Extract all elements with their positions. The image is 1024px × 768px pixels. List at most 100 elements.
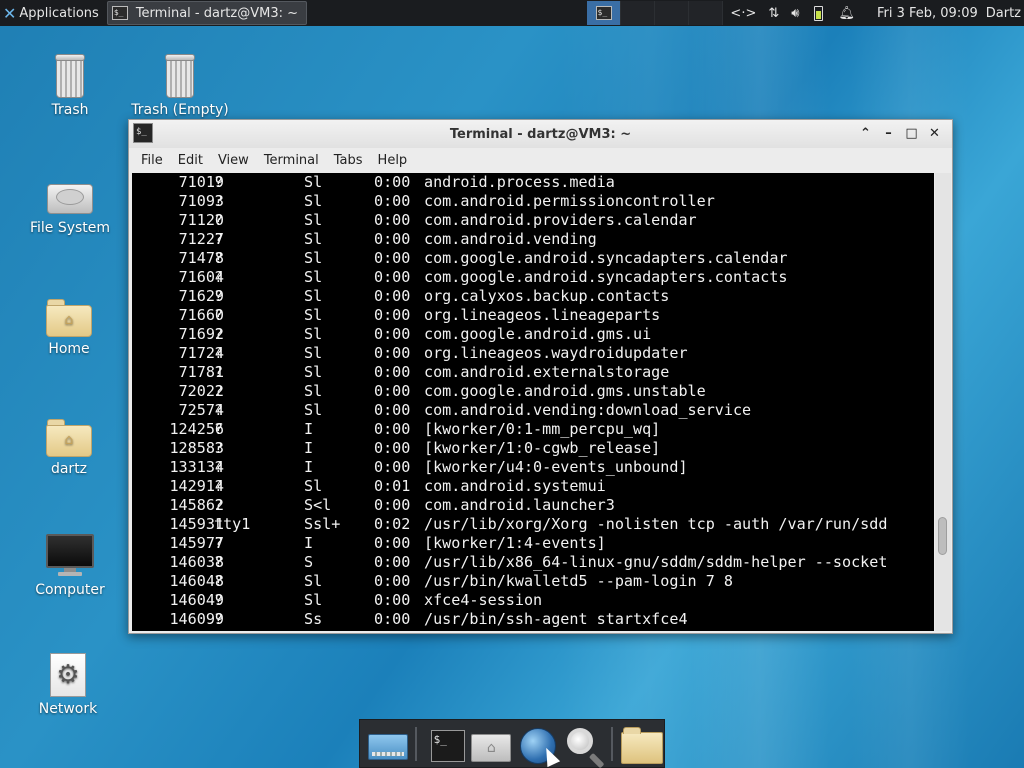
desktop-icon-trash-empty[interactable]: Trash (Empty) [125,54,235,118]
terminal-cell-time: 0:00 [374,325,411,343]
terminal-cell-stat: Sl [304,192,323,210]
terminal-launcher[interactable]: $_ [421,722,466,766]
terminal-cell-time: 0:02 [374,515,411,533]
menu-terminal[interactable]: Terminal [264,153,319,168]
terminal-line: 71093? Sl 0:00 com.android.permissioncontro… [132,192,934,211]
terminal-line: 145862? S<l 0:00 com.android.launcher3 [132,496,934,515]
taskbar-terminal-button[interactable]: $_ Terminal - dartz@VM3: ~ [106,1,307,25]
up-down-arrows-icon[interactable]: ⇅ [768,6,779,21]
terminal-cell-cmd: xfce4-session [424,591,543,609]
menu-view[interactable]: View [218,153,249,168]
terminal-cell-time: 0:00 [374,249,411,267]
battery-icon[interactable] [814,5,824,21]
user-menu-button[interactable]: Dartz [986,6,1021,21]
terminal-cell-cmd: android.process.media [424,173,615,191]
terminal-line: 124256? I 0:00 [kworker/0:1-mm_percpu_wq] [132,420,934,439]
bell-icon[interactable]: 🔔︎ [838,6,855,21]
desktop-icon-file-system[interactable]: File System [15,180,125,236]
taskbar-window-title: Terminal - dartz@VM3: ~ [135,5,298,21]
terminal-cell-tty: ? [214,591,224,609]
terminal-cell-time: 0:00 [374,173,411,191]
terminal-line: 145977? I 0:00 [kworker/1:4-events] [132,534,934,553]
terminal-line: 71604? Sl 0:00 com.google.android.syncadapt… [132,268,934,287]
xfce-logo-icon: ✕ [3,3,17,23]
shade-button[interactable]: ⌃ [854,125,877,143]
terminal-cell-stat: Sl [304,363,323,381]
menu-file[interactable]: File [141,153,163,168]
applications-menu-button[interactable]: ✕ Applications [0,0,103,26]
menu-tabs[interactable]: Tabs [334,153,363,168]
trash-icon [164,54,196,98]
terminal-cell-time: 0:00 [374,268,411,286]
window-title: Terminal - dartz@VM3: ~ [449,126,632,142]
terminal-cell-cmd: org.lineageos.waydroidupdater [424,344,688,362]
terminal-cell-time: 0:00 [374,287,411,305]
terminal-cell-stat: Sl [304,230,323,248]
web-browser-launcher[interactable] [514,722,559,766]
desktop-icon-computer[interactable]: Computer [15,534,125,598]
terminal-cell-stat: Sl [304,477,323,495]
terminal-cell-stat: I [304,458,314,476]
menu-help[interactable]: Help [378,153,408,168]
terminal-cell-stat: Sl [304,287,323,305]
home-folder-icon: ⌂ [46,299,92,337]
window-titlebar[interactable]: $_ Terminal - dartz@VM3: ~ ⌃ – □ ✕ [129,120,952,148]
terminal-cell-time: 0:00 [374,572,411,590]
close-button[interactable]: ✕ [923,125,946,143]
terminal-cell-tty: ? [214,534,224,552]
desktop-icon-trash[interactable]: Trash [15,54,125,118]
terminal-cell-cmd: [kworker/1:0-cgwb_release] [424,439,661,457]
terminal-cell-stat: I [304,420,314,438]
app-finder-launcher[interactable] [561,722,606,766]
home-icon: ⌂ [471,733,512,762]
terminal-line: 71692? Sl 0:00 com.google.android.gms.ui [132,325,934,344]
terminal-cell-cmd: /usr/lib/x86_64-linux-gnu/sddm/sddm-help… [424,553,888,571]
terminal-cell-tty: ? [214,268,224,286]
workspace-3[interactable] [655,1,689,25]
maximize-button[interactable]: □ [900,125,923,143]
terminal-cell-stat: Ssl+ [304,515,341,533]
workspace-switcher[interactable]: $_ [587,1,723,25]
terminal-cell-tty: ? [214,496,224,514]
terminal-cell-tty: ? [214,344,224,362]
desktop-icon-home[interactable]: ⌂ Home [14,299,124,357]
terminal-line: 142914? Sl 0:01 com.android.systemui [132,477,934,496]
terminal-cell-time: 0:00 [374,553,411,571]
terminal-icon: $_ [111,6,128,20]
terminal-line: 71781? Sl 0:00 com.android.externalstorage [132,363,934,382]
speaker-icon[interactable]: 🔊︎ [791,6,799,21]
workspace-2[interactable] [621,1,655,25]
terminal-cell-stat: S<l [304,496,332,514]
desktop-icon-network[interactable]: ⚙ Network [13,653,123,717]
network-arrows-icon[interactable]: <·> [730,6,756,21]
terminal-line: 145931 tty1 Ssl+ 0:02/usr/lib/xorg/Xorg -no… [132,515,934,534]
minimize-button[interactable]: – [877,125,900,143]
terminal-output[interactable]: 71019? Sl 0:00 android.process.media 71093? S… [132,173,934,631]
terminal-cell-tty: tty1 [214,515,251,533]
terminal-cell-time: 0:00 [374,211,411,229]
menu-bar: File Edit View Terminal Tabs Help [129,148,952,173]
workspace-4[interactable] [689,1,723,25]
terminal-cell-stat: Sl [304,382,323,400]
window-controls: ⌃ – □ ✕ [854,125,946,143]
terminal-line: 128583? I 0:00 [kworker/1:0-cgwb_release] [132,439,934,458]
desktop-icon-label: Network [38,701,98,717]
desktop-icon-dartz[interactable]: ⌂ dartz [14,419,124,477]
terminal-cell-stat: S [304,553,314,571]
terminal-cell-time: 0:00 [374,344,411,362]
folder-icon [621,726,664,764]
clock[interactable]: Fri 3 Feb, 09:09 [877,6,978,21]
file-manager-launcher[interactable]: ⌂ [467,722,512,766]
menu-edit[interactable]: Edit [178,153,203,168]
terminal-cell-cmd: [kworker/0:1-mm_percpu_wq] [424,420,661,438]
terminal-cell-time: 0:00 [374,610,411,628]
globe-icon [520,727,557,764]
terminal-cell-cmd: com.google.android.gms.ui [424,325,652,343]
show-desktop-button[interactable] [364,722,409,766]
terminal-scrollbar[interactable] [935,173,951,631]
workspace-1[interactable]: $_ [587,1,621,25]
terminal-cell-stat: Ss [304,610,323,628]
folder-launcher[interactable] [617,722,664,766]
terminal-cell-time: 0:00 [374,192,411,210]
scrollbar-thumb[interactable] [938,517,947,555]
